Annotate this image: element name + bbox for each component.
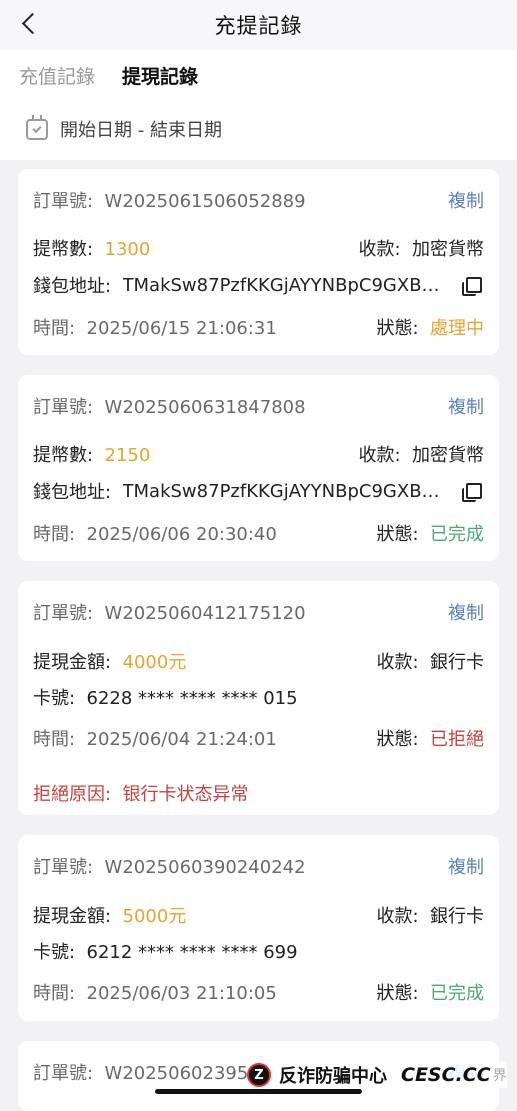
order-number: 訂單號: W20250602395	[33, 1063, 249, 1084]
status-badge: 已拒絕	[430, 729, 484, 750]
back-arrow-icon[interactable]	[14, 8, 44, 38]
watermark-text: 反诈防骗中心	[279, 1066, 387, 1087]
status-field: 狀態: 已完成	[376, 983, 484, 1004]
copy-button[interactable]: 複制	[448, 393, 484, 419]
record-card: 訂單號: W2025060631847808 複制 提幣數: 2150 收款: …	[18, 375, 499, 561]
amount-field: 提現金額: 5000元	[33, 906, 187, 927]
tab-deposit-records[interactable]: 充值記錄	[19, 62, 95, 89]
record-card: 訂單號: W2025060412175120 複制 提現金額: 4000元 收款…	[18, 581, 499, 815]
payee-field: 收款: 銀行卡	[376, 906, 484, 927]
record-card: 訂單號: W2025061506052889 複制 提幣數: 1300 收款: …	[18, 169, 499, 355]
amount-field: 提幣數: 2150	[33, 445, 151, 466]
amount-field: 提現金額: 4000元	[33, 652, 187, 673]
tab-withdraw-records[interactable]: 提現記錄	[122, 62, 198, 89]
order-number: 訂單號: W2025060390240242	[33, 857, 306, 878]
copy-button[interactable]: 複制	[448, 187, 484, 213]
record-card: 訂單號: W2025060390240242 複制 提現金額: 5000元 收款…	[18, 835, 499, 1021]
status-field: 狀態: 處理中	[376, 318, 484, 339]
status-field: 狀態: 已拒絕	[376, 729, 484, 750]
reject-reason: 拒絕原因: 银行卡状态异常	[33, 784, 249, 805]
watermark-tail: 界	[492, 1068, 507, 1084]
time-field: 時間: 2025/06/15 21:06:31	[33, 318, 277, 339]
amount-field: 提幣數: 1300	[33, 239, 151, 260]
status-badge: 已完成	[430, 983, 484, 1004]
status-badge: 已完成	[430, 524, 484, 545]
time-field: 時間: 2025/06/03 21:10:05	[33, 983, 277, 1004]
home-indicator[interactable]	[155, 1089, 362, 1094]
time-field: 時間: 2025/06/04 21:24:01	[33, 729, 277, 750]
payee-field: 收款: 加密貨幣	[358, 239, 484, 260]
watermark: Z 反诈防骗中心 CESC.CC 界	[247, 1062, 507, 1088]
copy-icon[interactable]	[462, 483, 482, 502]
watermark-site: CESC.CC	[401, 1064, 491, 1086]
tabs-section: 充值記錄 提現記錄 開始日期 - 結束日期	[0, 50, 517, 160]
watermark-logo-icon: Z	[247, 1063, 271, 1087]
copy-button[interactable]: 複制	[448, 853, 484, 879]
calendar-icon	[26, 114, 48, 140]
wallet-address: 錢包地址: TMakSw87PzfKKGjAYYNBpC9GXB…	[33, 272, 484, 298]
date-range-filter[interactable]: 開始日期 - 結束日期	[26, 114, 222, 142]
card-number: 卡號: 6212 **** **** **** 699	[33, 942, 298, 963]
copy-icon[interactable]	[462, 277, 482, 296]
top-bar: 充提記錄	[0, 0, 517, 50]
page-title: 充提記錄	[214, 14, 303, 38]
time-field: 時間: 2025/06/06 20:30:40	[33, 524, 277, 545]
order-number: 訂單號: W2025061506052889	[33, 191, 306, 212]
card-number: 卡號: 6228 **** **** **** 015	[33, 688, 298, 709]
date-range-label: 開始日期 - 結束日期	[60, 120, 222, 141]
order-number: 訂單號: W2025060412175120	[33, 603, 306, 624]
wallet-address: 錢包地址: TMakSw87PzfKKGjAYYNBpC9GXB…	[33, 478, 484, 504]
copy-button[interactable]: 複制	[448, 599, 484, 625]
order-number: 訂單號: W2025060631847808	[33, 397, 306, 418]
payee-field: 收款: 銀行卡	[376, 652, 484, 673]
status-badge: 處理中	[430, 318, 484, 339]
payee-field: 收款: 加密貨幣	[358, 445, 484, 466]
status-field: 狀態: 已完成	[376, 524, 484, 545]
